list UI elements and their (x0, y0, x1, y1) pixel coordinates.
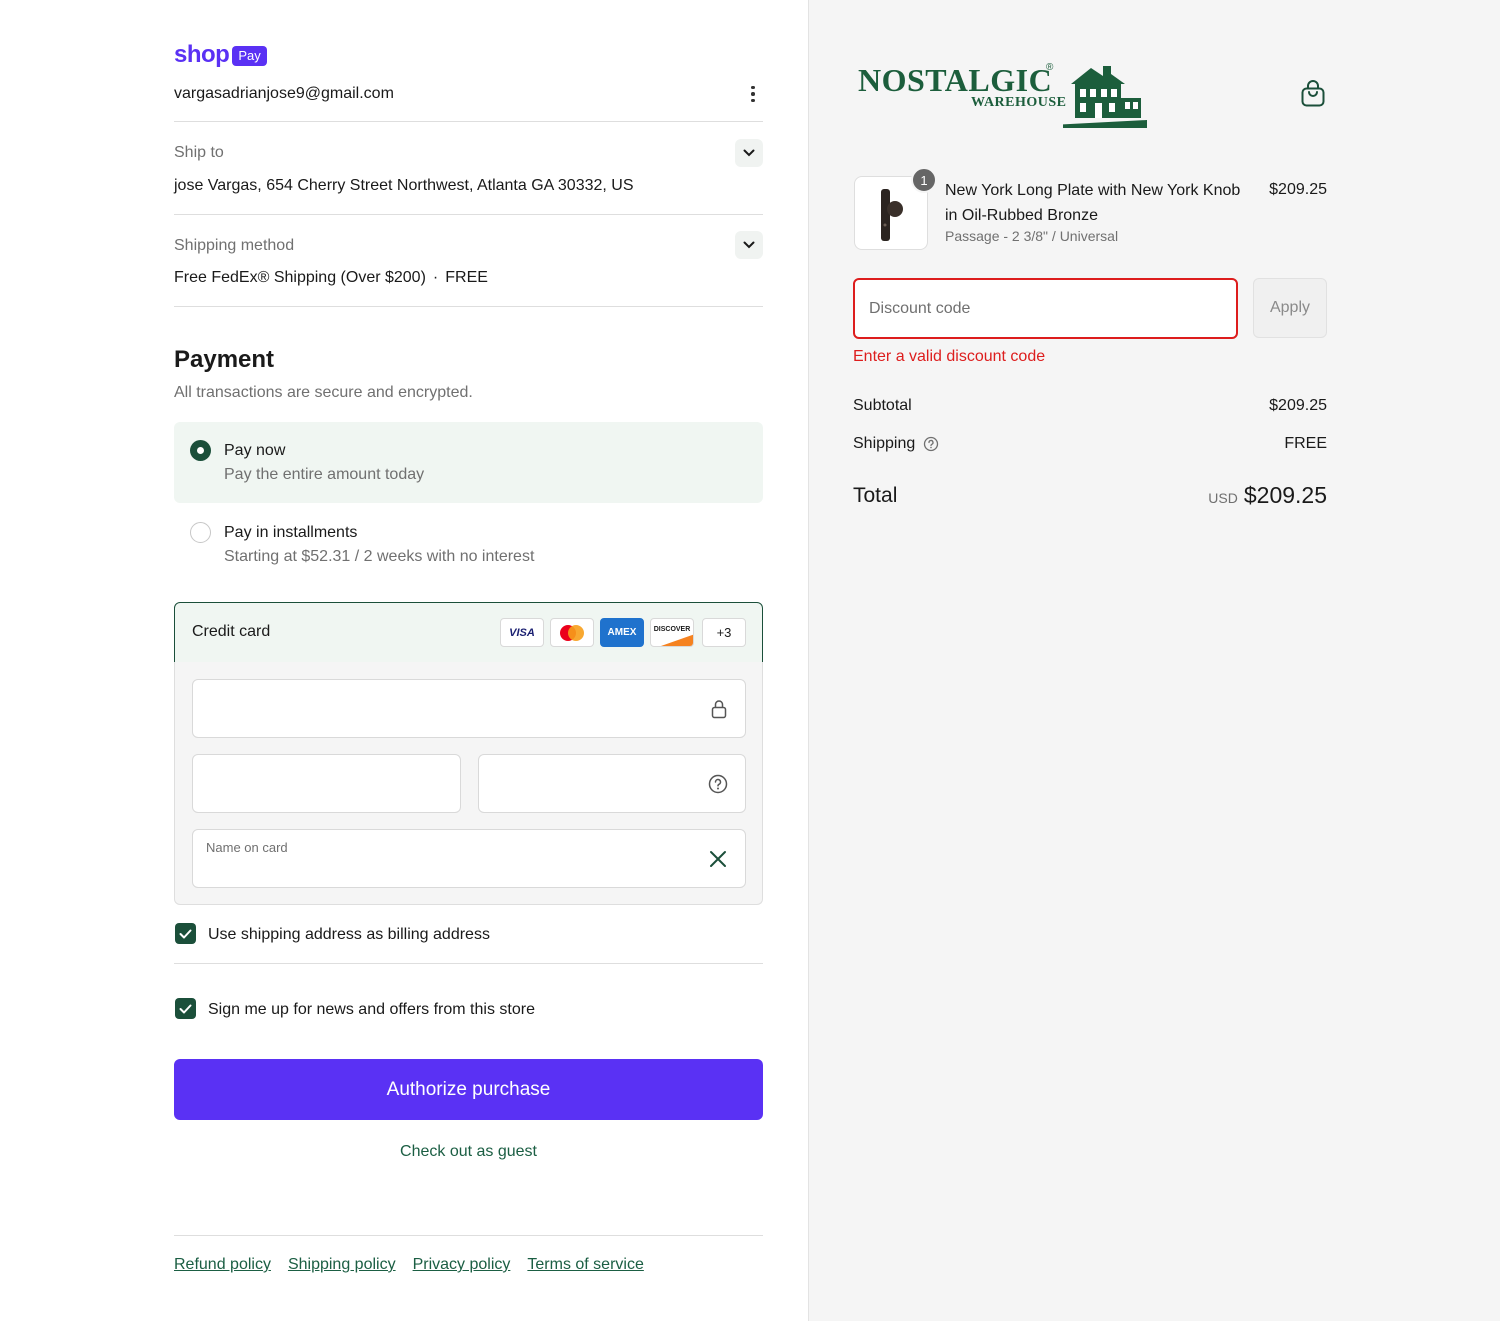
ship-to-address: jose Vargas, 654 Cherry Street Northwest… (174, 177, 634, 194)
store-logo[interactable]: NOSTALGIC ® WAREHOUSE (858, 60, 1148, 128)
shop-pay-logo: shop Pay (174, 42, 267, 68)
security-code-field[interactable] (478, 754, 746, 813)
apply-discount-button[interactable]: Apply (1253, 278, 1327, 338)
store-logo-registered: ® (1046, 62, 1054, 73)
checkout-main: shop Pay vargasadrianjose9@gmail.com Shi… (0, 0, 808, 1321)
pay-now-subtitle: Pay the entire amount today (224, 466, 425, 483)
account-row: vargasadrianjose9@gmail.com (174, 82, 763, 106)
refund-policy-link[interactable]: Refund policy (174, 1256, 271, 1274)
shopping-bag-icon[interactable] (1300, 80, 1326, 108)
store-logo-sub: WAREHOUSE (971, 95, 1067, 110)
subtotal-value: $209.25 (1269, 397, 1327, 414)
divider (174, 306, 763, 307)
clear-close-icon[interactable] (709, 850, 727, 868)
divider (174, 214, 763, 215)
currency-code: USD (1208, 490, 1238, 506)
amex-icon: AMEX (600, 618, 644, 647)
pay-installments-subtitle: Starting at $52.31 / 2 weeks with no int… (224, 548, 535, 565)
check-out-as-guest-link[interactable]: Check out as guest (174, 1143, 763, 1161)
terms-of-service-link[interactable]: Terms of service (527, 1256, 643, 1274)
billing-address-checkbox[interactable] (175, 923, 196, 944)
news-offers-checkbox[interactable] (175, 998, 196, 1019)
divider (174, 963, 763, 964)
discover-icon: DISCOVER (650, 618, 694, 647)
name-on-card-label: Name on card (206, 840, 288, 855)
shipping-method-value: Free FedEx® Shipping (Over $200) · FREE (174, 269, 488, 287)
privacy-policy-link[interactable]: Privacy policy (413, 1256, 511, 1274)
account-menu-icon[interactable] (743, 82, 763, 106)
authorize-purchase-button[interactable]: Authorize purchase (174, 1059, 763, 1120)
shipping-method-label: Shipping method (174, 237, 295, 254)
credit-card-header[interactable]: Credit card VISA AMEX DISCOVER +3 (174, 602, 763, 663)
ship-to-chevron-down-icon[interactable] (735, 139, 763, 167)
pay-now-option[interactable] (174, 422, 763, 503)
payment-heading: Payment (174, 346, 275, 373)
product-price: $209.25 (1269, 181, 1327, 198)
shipping-policy-link[interactable]: Shipping policy (288, 1256, 396, 1274)
shipping-method-price: FREE (445, 269, 488, 286)
news-offers-label[interactable]: Sign me up for news and offers from this… (208, 1001, 535, 1019)
total-value: USD $209.25 (1127, 482, 1327, 509)
more-brands-badge: +3 (702, 618, 746, 647)
total-label: Total (853, 484, 898, 507)
visa-icon: VISA (500, 618, 544, 647)
account-email: vargasadrianjose9@gmail.com (174, 85, 394, 102)
store-logo-main: NOSTALGIC (858, 62, 1053, 98)
expiration-date-field[interactable] (192, 754, 461, 813)
shipping-method-chevron-down-icon[interactable] (735, 231, 763, 259)
footer-links: Refund policy Shipping policy Privacy po… (174, 1256, 644, 1274)
payment-subtitle: All transactions are secure and encrypte… (174, 384, 473, 401)
total-amount: $209.25 (1243, 482, 1327, 508)
pay-now-title: Pay now (224, 442, 286, 459)
checkmark-icon (179, 1004, 192, 1013)
product-variant: Passage - 2 3/8" / Universal (945, 228, 1119, 244)
shipping-value: FREE (1284, 435, 1327, 452)
discount-code-input[interactable] (853, 278, 1238, 339)
help-circle-icon[interactable] (708, 774, 728, 794)
divider (174, 121, 763, 122)
card-number-field[interactable] (192, 679, 746, 738)
pay-installments-radio[interactable] (190, 522, 211, 543)
divider (174, 1235, 763, 1236)
credit-card-label: Credit card (192, 623, 271, 640)
discount-error-message: Enter a valid discount code (853, 348, 1046, 365)
shipping-method-name: Free FedEx® Shipping (Over $200) (174, 269, 426, 286)
billing-address-label[interactable]: Use shipping address as billing address (208, 926, 490, 944)
name-on-card-field[interactable]: Name on card (192, 829, 746, 888)
shipping-label: Shipping (853, 435, 916, 452)
pay-now-radio[interactable] (190, 440, 211, 461)
lock-icon (711, 699, 727, 719)
mastercard-icon (550, 618, 594, 647)
subtotal-label: Subtotal (853, 397, 912, 414)
checkmark-icon (179, 929, 192, 938)
shipping-help-icon[interactable] (923, 436, 939, 457)
house-logo-icon (1063, 66, 1147, 128)
product-name: New York Long Plate with New York Knob i… (945, 182, 1241, 224)
quantity-badge: 1 (911, 167, 937, 193)
shipping-method-separator: · (432, 269, 439, 286)
door-knob-image (881, 189, 903, 241)
shop-pay-badge: Pay (232, 46, 267, 66)
credit-card-form: Name on card (174, 662, 763, 905)
ship-to-label: Ship to (174, 144, 224, 161)
shop-pay-wordmark: shop (174, 41, 230, 68)
pay-installments-title[interactable]: Pay in installments (224, 524, 357, 542)
